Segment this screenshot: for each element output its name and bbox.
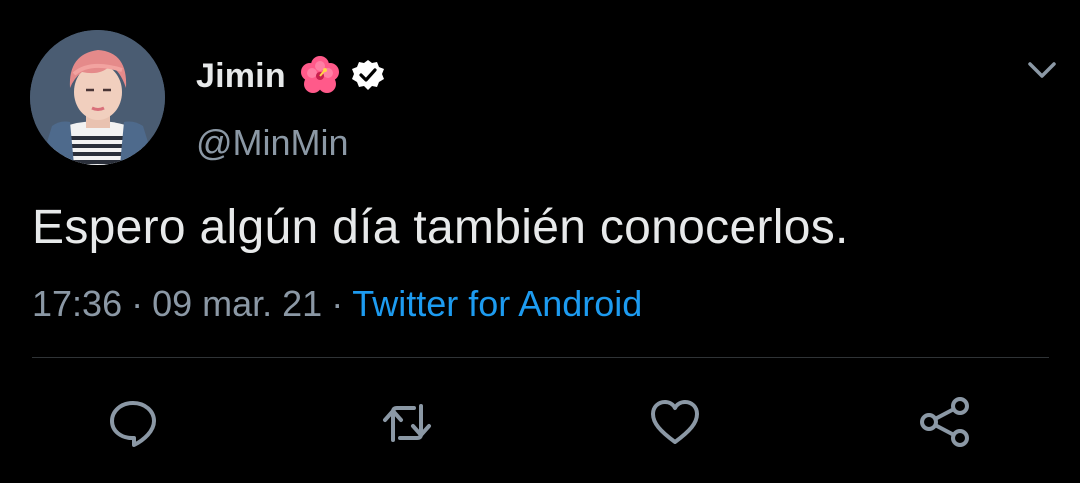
tweet-source-link[interactable]: Twitter for Android bbox=[352, 283, 642, 324]
meta-separator: · bbox=[331, 283, 344, 324]
share-icon bbox=[920, 397, 969, 447]
chevron-down-icon[interactable] bbox=[1022, 56, 1062, 84]
tweet-text: Espero algún día también conocerlos. bbox=[32, 201, 849, 254]
meta-separator: · bbox=[131, 283, 144, 324]
user-handle[interactable]: @MinMin bbox=[196, 122, 349, 164]
share-button[interactable] bbox=[918, 396, 972, 450]
tweet-card: Jimin @MinMin Espero algún día también c… bbox=[0, 0, 1080, 483]
retweet-icon bbox=[383, 404, 431, 442]
tweet-meta: 17:36 · 09 mar. 21 · Twitter for Android bbox=[32, 283, 642, 325]
like-button[interactable] bbox=[648, 396, 702, 450]
reply-button[interactable] bbox=[106, 396, 160, 450]
retweet-button[interactable] bbox=[380, 396, 434, 450]
avatar-photo bbox=[30, 30, 165, 165]
divider bbox=[32, 357, 1049, 358]
reply-icon bbox=[110, 401, 156, 447]
avatar[interactable] bbox=[30, 30, 165, 165]
display-name[interactable]: Jimin bbox=[196, 57, 286, 96]
tweet-date: 09 mar. 21 bbox=[152, 283, 323, 324]
tweet-time: 17:36 bbox=[32, 283, 123, 324]
author-name-row[interactable]: Jimin bbox=[196, 52, 386, 100]
like-icon bbox=[651, 400, 699, 444]
hibiscus-icon bbox=[298, 54, 342, 98]
verified-icon bbox=[350, 58, 386, 94]
